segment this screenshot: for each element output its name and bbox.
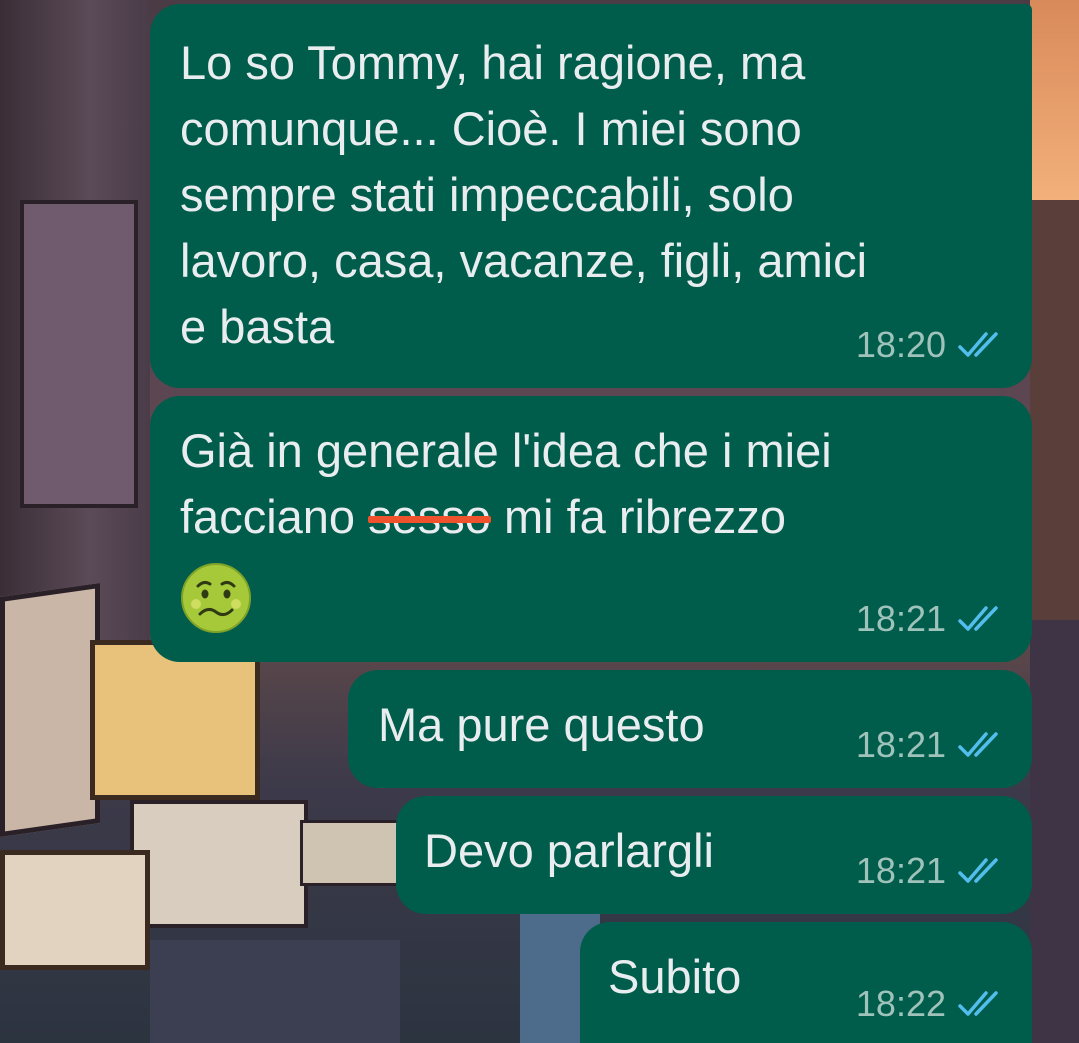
message-meta: 18:21 [856,598,1006,640]
message-bubble[interactable]: Subito 18:22 [580,922,1032,1043]
message-meta: 18:20 [856,324,1006,366]
message-time: 18:20 [855,324,946,365]
message-bubble[interactable]: Devo parlargli 18:21 [396,796,1032,914]
double-check-icon [958,991,998,1016]
message-time: 18:22 [855,983,946,1024]
message-time: 18:21 [855,850,946,891]
double-check-icon [958,858,998,883]
double-check-icon [958,732,998,757]
message-bubble[interactable]: Già in generale l'idea che i miei faccia… [150,396,1032,662]
message-meta: 18:22 [856,983,1006,1025]
struck-word: sesso [368,490,491,543]
nauseated-face-icon [181,563,251,633]
message-text: Lo so Tommy, hai ragione, ma comunque...… [180,36,868,353]
double-check-icon [958,332,998,357]
message-meta: 18:21 [856,724,1006,766]
double-check-icon [958,606,998,631]
message-text: Già in generale l'idea che i miei faccia… [180,418,1002,550]
message-time: 18:21 [855,724,946,765]
message-meta: 18:21 [856,850,1006,892]
message-time: 18:21 [855,598,946,639]
message-bubble[interactable]: Lo so Tommy, hai ragione, ma comunque...… [150,4,1032,388]
message-bubble[interactable]: Ma pure questo 18:21 [348,670,1032,788]
